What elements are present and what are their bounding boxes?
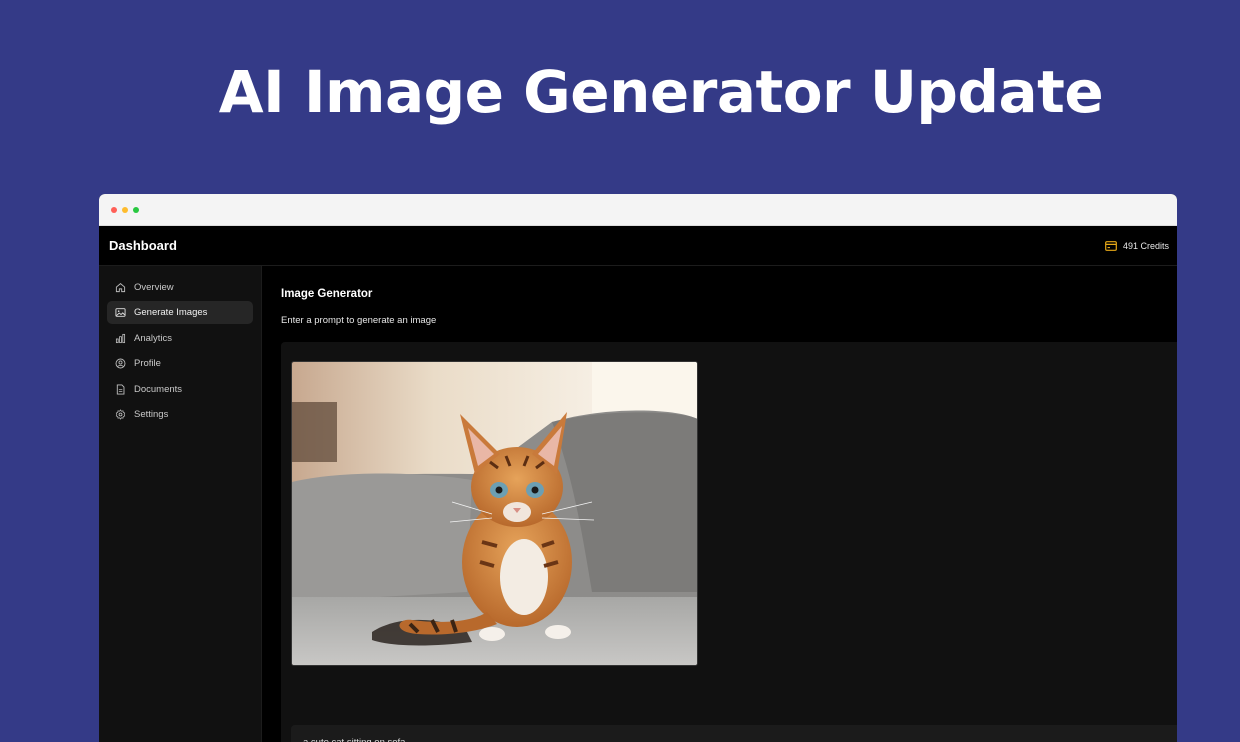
sidebar-item-label: Settings [134,408,169,420]
maximize-window-button[interactable] [133,206,139,213]
close-window-button[interactable] [111,206,117,213]
gear-icon [115,409,126,420]
sidebar-item-generate-images[interactable]: Generate Images [107,301,253,325]
app-header: Dashboard 491 Credits [99,226,1177,266]
page-title: Image Generator [281,288,373,300]
sidebar: Overview Generate Images Analytics Profi… [99,266,262,742]
sidebar-item-analytics[interactable]: Analytics [107,327,253,350]
user-circle-icon [115,358,126,369]
sidebar-item-settings[interactable]: Settings [107,403,253,426]
generated-image[interactable] [291,361,698,666]
sidebar-item-overview[interactable]: Overview [107,276,253,299]
sidebar-item-label: Documents [134,383,183,395]
prompt-input[interactable] [291,725,1177,742]
app-title: Dashboard [109,238,177,253]
bar-chart-icon [115,333,126,344]
credit-card-icon [1105,240,1117,251]
page-subtitle: Enter a prompt to generate an image [281,315,437,326]
window-titlebar [99,194,1177,226]
main-content: Image Generator Enter a prompt to genera… [262,266,1177,742]
file-icon [115,384,126,395]
kitten-illustration [292,362,697,665]
sidebar-item-label: Generate Images [134,307,208,319]
credits-label: 491 Credits [1122,240,1169,251]
sidebar-item-label: Overview [134,282,174,293]
headline: AI Image Generator Update [218,58,1104,126]
sidebar-item-label: Analytics [134,332,173,344]
sidebar-item-label: Profile [134,358,161,370]
sidebar-item-documents[interactable]: Documents [107,378,253,401]
sidebar-item-profile[interactable]: Profile [107,352,253,375]
generator-panel [281,342,1177,742]
minimize-window-button[interactable] [122,206,128,213]
browser-window: Dashboard 491 Credits Overview Generate … [99,194,1177,742]
credits-badge[interactable]: 491 Credits [1105,241,1169,251]
home-icon [115,282,126,293]
image-icon [115,307,126,318]
